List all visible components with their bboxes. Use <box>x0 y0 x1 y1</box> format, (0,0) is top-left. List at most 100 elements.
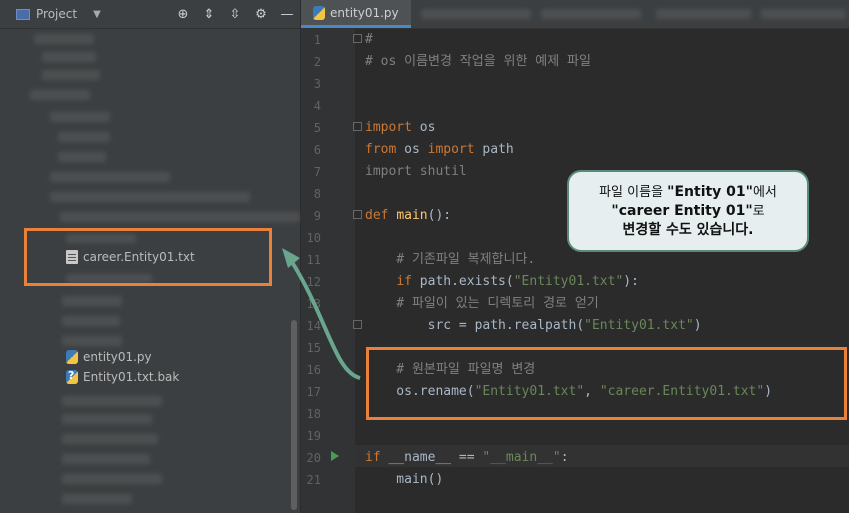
tab-entity01-py[interactable]: entity01.py <box>301 0 411 28</box>
minimize-icon[interactable]: — <box>274 0 300 28</box>
line-number: 13 <box>306 297 321 311</box>
blurred-tree-item <box>62 494 132 504</box>
project-title[interactable]: Project <box>36 7 77 21</box>
callout-line-2: "career Entity 01"로 <box>611 202 765 219</box>
line-number: 8 <box>313 187 321 201</box>
line-number: 16 <box>306 363 321 377</box>
blurred-tab <box>421 9 531 19</box>
tree-item-label: entity01.py <box>83 350 152 364</box>
gear-icon[interactable]: ⚙ <box>248 0 274 28</box>
code-token: import <box>365 120 412 135</box>
fold-marker-icon[interactable] <box>353 320 362 329</box>
code-token: import <box>427 142 475 157</box>
line-number: 21 <box>306 473 321 487</box>
blurred-tree-item <box>42 52 96 62</box>
blurred-tree-item <box>62 296 122 306</box>
expand-all-icon[interactable]: ⇕ <box>196 0 222 28</box>
blurred-tab <box>761 9 846 19</box>
line-number: 18 <box>306 407 321 421</box>
collapse-all-icon[interactable]: ⇳ <box>222 0 248 28</box>
line-number: 19 <box>306 429 321 443</box>
code-line[interactable]: if path.exists("Entity01.txt"): <box>365 271 639 293</box>
tree-item-entity01-py[interactable]: entity01.py <box>66 348 152 366</box>
code-token: __name__ == <box>380 450 483 465</box>
project-view-icon <box>16 8 30 20</box>
code-line[interactable]: if __name__ == "__main__": <box>365 447 569 469</box>
code-token: # os 이름변경 작업을 위한 예제 파일 <box>365 54 591 69</box>
line-number: 11 <box>306 253 321 267</box>
code-token: main <box>396 208 428 223</box>
code-token: os <box>411 120 436 135</box>
blurred-tree-item <box>50 112 110 122</box>
blurred-tree-item <box>58 152 106 162</box>
python-file-icon <box>66 350 78 364</box>
code-token: os <box>396 142 428 157</box>
line-number: 7 <box>313 165 321 179</box>
blurred-tree-item <box>42 70 100 80</box>
line-number: 5 <box>313 121 321 135</box>
blurred-tab <box>656 9 751 19</box>
chevron-down-icon[interactable]: ▼ <box>93 9 101 20</box>
blurred-tree-item <box>62 336 122 346</box>
fold-marker-icon[interactable] <box>353 210 362 219</box>
code-token: path.exists( <box>411 274 514 289</box>
blurred-tree-item <box>50 192 250 202</box>
fold-marker-icon[interactable] <box>353 122 362 131</box>
line-number: 15 <box>306 341 321 355</box>
blurred-tree-item <box>50 172 170 182</box>
locate-icon[interactable]: ⊕ <box>170 0 196 28</box>
blurred-tree-item <box>62 414 152 424</box>
python-file-icon <box>313 5 325 20</box>
code-line[interactable]: import os <box>365 117 435 139</box>
code-line[interactable]: # os 이름변경 작업을 위한 예제 파일 <box>365 51 591 73</box>
code-line[interactable]: # 기존파일 복제합니다. <box>365 249 535 271</box>
code-token: "Entity01.txt" <box>584 318 694 333</box>
editor-tab-bar: entity01.py <box>301 0 849 29</box>
line-number: 9 <box>313 209 321 223</box>
code-line[interactable]: def main(): <box>365 205 451 227</box>
code-token: src = path.realpath( <box>365 318 585 333</box>
fold-marker-icon[interactable] <box>353 34 362 43</box>
line-number: 17 <box>306 385 321 399</box>
tab-label: entity01.py <box>330 5 399 20</box>
line-number: 10 <box>306 231 321 245</box>
code-token: from <box>365 142 397 157</box>
line-number: 2 <box>313 55 321 69</box>
code-token: ) <box>693 318 702 333</box>
callout-bubble: 파일 이름을 "Entity 01"에서 "career Entity 01"로… <box>567 170 809 252</box>
unknown-file-icon <box>66 369 78 384</box>
code-token: # 파일이 있는 디렉토리 경로 얻기 <box>365 296 599 311</box>
code-line[interactable]: # <box>365 29 373 51</box>
line-number: 3 <box>313 77 321 91</box>
highlight-box-renamed-file <box>24 228 272 286</box>
code-token: "Entity01.txt" <box>513 274 624 289</box>
callout-line-3: 변경할 수도 있습니다. <box>622 221 754 238</box>
line-number: 6 <box>313 143 321 157</box>
run-icon[interactable] <box>331 451 339 461</box>
code-line[interactable]: from os import path <box>365 139 514 161</box>
code-token: main() <box>365 472 444 487</box>
project-scrollbar[interactable] <box>291 320 297 510</box>
code-token: # <box>365 32 373 47</box>
code-token: "__main__" <box>482 450 561 465</box>
blurred-tree-item <box>34 34 94 44</box>
blurred-tab <box>541 9 641 19</box>
blurred-tree-item <box>60 212 300 222</box>
code-line[interactable]: src = path.realpath("Entity01.txt") <box>365 315 702 337</box>
callout-line-1: 파일 이름을 "Entity 01"에서 <box>599 183 777 200</box>
code-token: # 기존파일 복제합니다. <box>365 252 536 267</box>
blurred-tree-item <box>58 132 110 142</box>
code-token: if <box>365 450 381 465</box>
tree-item-entity01-txt-bak[interactable]: Entity01.txt.bak <box>66 368 179 386</box>
line-number: 4 <box>313 99 321 113</box>
line-number: 1 <box>313 33 321 47</box>
code-line[interactable]: import shutil <box>365 161 467 183</box>
line-number: 12 <box>306 275 321 289</box>
code-token: def <box>365 208 397 223</box>
code-line[interactable]: # 파일이 있는 디렉토리 경로 얻기 <box>365 293 599 315</box>
code-line[interactable]: main() <box>365 469 443 491</box>
code-token: import shutil <box>365 164 467 179</box>
code-token: : <box>560 450 569 465</box>
blurred-tree-item <box>62 316 120 326</box>
project-toolbar: ⊕ ⇕ ⇳ ⚙ — <box>170 0 300 28</box>
